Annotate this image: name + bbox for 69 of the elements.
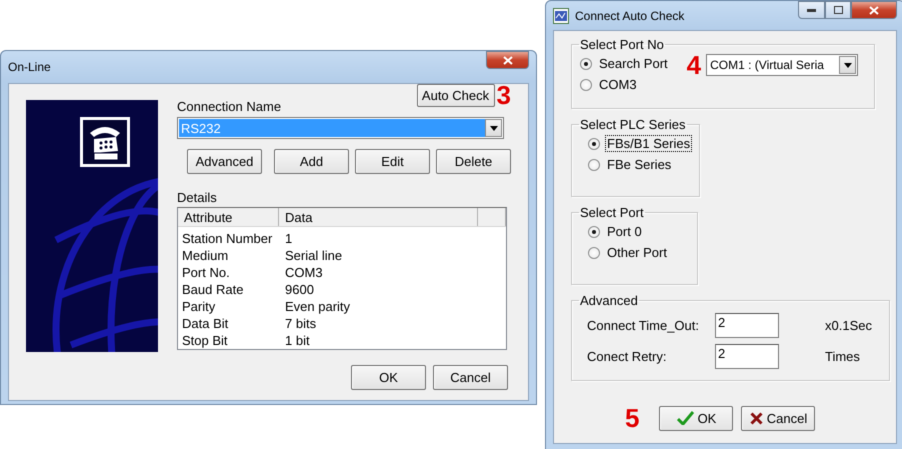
action-button[interactable]: Delete <box>436 149 511 174</box>
radio-button[interactable] <box>588 158 600 170</box>
table-cell-text: 1 <box>284 231 294 246</box>
group-title: Select PLC Series <box>579 117 686 132</box>
radio-label[interactable]: COM3 <box>598 77 638 92</box>
table-cell-text: 9600 <box>284 282 315 297</box>
minimize-icon <box>807 8 816 12</box>
radio-button[interactable] <box>588 226 600 238</box>
close-button[interactable] <box>486 51 529 69</box>
check-icon <box>676 411 694 425</box>
minimize-button[interactable] <box>798 1 825 19</box>
cross-icon <box>750 412 763 424</box>
radio-label[interactable]: Other Port <box>606 245 668 260</box>
unit-label: Times <box>825 349 860 364</box>
action-button[interactable]: Advanced <box>187 149 262 174</box>
table-cell-text: Stop Bit <box>181 333 229 348</box>
table-cell-text: Data Bit <box>181 316 230 331</box>
cancel-button[interactable]: Cancel <box>741 406 816 430</box>
field-label: Connect Time_Out: <box>587 318 700 333</box>
auto-check-button[interactable]: Auto Check <box>416 84 495 106</box>
close-icon <box>502 56 512 64</box>
window-title: Connect Auto Check <box>575 8 686 22</box>
radio-label[interactable]: Search Port <box>598 56 669 71</box>
maximize-button[interactable] <box>825 1 851 19</box>
table-cell-text: Station Number <box>181 231 274 246</box>
group-title: Select Port No <box>579 37 665 52</box>
unit-label: x0.1Sec <box>825 318 872 333</box>
radio-label[interactable]: FBs/B1 Series <box>606 136 692 151</box>
dropdown-arrow-icon <box>844 62 852 68</box>
radio-button[interactable] <box>588 246 600 258</box>
details-label: Details <box>177 190 218 205</box>
table-cell-text: Serial line <box>284 248 344 263</box>
dialog-button[interactable]: OK <box>351 365 426 390</box>
ok-button[interactable]: OK <box>659 406 734 430</box>
dropdown-field[interactable]: COM1 : (Virtual Seria <box>706 54 858 76</box>
maximize-icon <box>834 6 842 14</box>
dropdown-arrow-icon <box>490 126 498 130</box>
window-title: On-Line <box>8 60 52 74</box>
radio-button[interactable] <box>588 138 600 150</box>
table-cell-text: Medium <box>181 248 230 263</box>
column-header[interactable]: Data <box>279 208 478 226</box>
telephone-icon <box>80 117 130 167</box>
action-button[interactable]: Edit <box>355 149 430 174</box>
table-cell-text: COM3 <box>284 265 324 280</box>
dialog-button[interactable]: Cancel <box>433 365 508 390</box>
connection-name-label: Connection Name <box>177 99 282 114</box>
table-cell-text: 7 bits <box>284 316 318 331</box>
input-field[interactable]: 2 <box>715 344 779 369</box>
field-label: Conect Retry: <box>587 349 668 364</box>
radio-button[interactable] <box>580 78 592 90</box>
radio-label[interactable]: FBe Series <box>606 157 672 172</box>
radio-button[interactable] <box>580 58 592 70</box>
table-cell-text: 1 bit <box>284 333 311 348</box>
table-cell-text: Parity <box>181 299 216 314</box>
table-cell-text: Baud Rate <box>181 282 244 297</box>
group-title: Advanced <box>579 293 639 308</box>
close-icon <box>869 6 879 14</box>
table-cell-text: Port No. <box>181 265 231 280</box>
close-button[interactable] <box>851 1 897 19</box>
radio-label[interactable]: Port 0 <box>606 224 643 239</box>
column-header[interactable]: Attribute <box>178 208 279 226</box>
action-button[interactable]: Add <box>274 149 349 174</box>
table-cell-text: Even parity <box>284 299 352 314</box>
app-icon <box>553 8 569 24</box>
step-number: 5 <box>625 405 640 431</box>
step-number: 4 <box>686 52 702 78</box>
step-number: 3 <box>496 82 511 108</box>
input-field[interactable]: 2 <box>715 313 779 338</box>
group-title: Select Port <box>579 205 645 220</box>
